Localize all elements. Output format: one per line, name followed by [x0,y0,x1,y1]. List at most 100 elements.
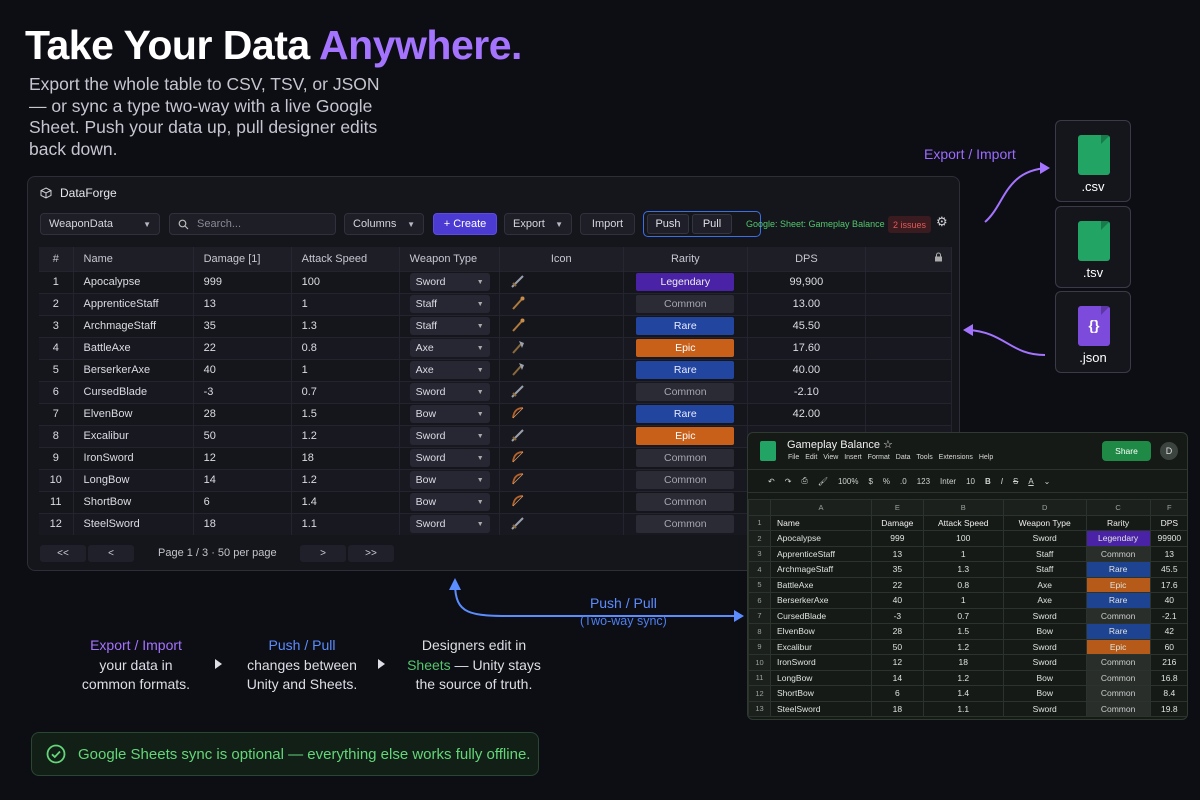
sheet-cell[interactable]: 50 [871,638,924,655]
first-page-button[interactable]: << [40,545,86,562]
weapon-type-select[interactable]: Sword ▼ [409,515,490,534]
sheet-cell[interactable]: Bow [1002,669,1087,686]
sheet-cell[interactable]: ElvenBow [769,623,873,640]
sheet-cell[interactable]: 1 [922,545,1004,562]
icon-cell[interactable] [499,292,624,315]
row-number[interactable]: 11 [748,669,771,686]
rarity-cell[interactable]: Common [623,512,748,535]
sheet-cell[interactable]: BerserkerAxe [769,592,873,609]
column-letter[interactable]: C [1085,499,1151,516]
column-header[interactable]: Attack Speed [291,247,400,271]
sheet-cell[interactable]: Common [1085,545,1151,562]
text-color-icon[interactable]: A [1028,477,1033,486]
icon-cell[interactable] [499,468,624,491]
share-button[interactable]: Share [1102,441,1151,461]
icon-cell[interactable] [499,424,624,447]
sheet-cell[interactable]: 19.8 [1149,700,1187,717]
sheet-cell[interactable]: 13 [1149,545,1187,562]
damage-cell[interactable]: 999 [193,270,292,293]
rarity-cell[interactable]: Common [623,446,748,469]
sheet-cell[interactable]: Bow [1002,623,1087,640]
sheet-cell[interactable]: 216 [1149,654,1187,671]
zoom-select[interactable]: 100% [838,477,858,486]
sheet-cell[interactable]: Bow [1002,685,1087,702]
json-file-tile[interactable]: {} .json [1055,291,1131,373]
sheet-cell[interactable]: 28 [871,623,924,640]
sheet-menu[interactable]: File Edit View Insert Format Data Tools … [788,454,993,461]
attack-speed-cell[interactable]: 1.2 [291,468,400,491]
row-number[interactable]: 8 [748,623,771,640]
attack-speed-cell[interactable]: 1.4 [291,490,400,513]
sheet-cell[interactable]: 6 [871,685,924,702]
row-number[interactable]: 9 [748,638,771,655]
header-cell[interactable]: Rarity [1085,514,1151,531]
rarity-cell[interactable]: Epic [623,424,748,447]
sheet-cell[interactable]: Common [1085,669,1151,686]
sheet-cell[interactable]: 13 [871,545,924,562]
column-header[interactable]: Rarity [623,247,748,271]
chevron-down-icon[interactable]: ⌄ [1044,477,1051,486]
sheet-cell[interactable]: 35 [871,561,924,578]
sheet-cell[interactable]: BattleAxe [769,576,873,593]
header-cell[interactable]: DPS [1149,514,1187,531]
column-header[interactable]: Name [73,247,194,271]
damage-cell[interactable]: 22 [193,336,292,359]
header-cell[interactable]: Weapon Type [1002,514,1087,531]
weapon-type-select[interactable]: Staff ▼ [409,317,490,335]
column-header[interactable]: Icon [499,247,624,271]
percent-icon[interactable]: % [883,477,890,486]
column-letter[interactable]: D [1002,499,1087,516]
damage-cell[interactable]: 28 [193,402,292,425]
table-row[interactable]: 7 ElvenBow 28 1.5 Bow ▼ Rare 42.00 [39,402,953,425]
sheet-cell[interactable]: Sword [1002,530,1087,547]
icon-cell[interactable] [499,380,624,403]
rarity-cell[interactable]: Epic [623,336,748,359]
sheet-cell[interactable]: 1.2 [922,669,1004,686]
font-size-select[interactable]: 10 [966,477,975,486]
name-cell[interactable]: BattleAxe [73,336,194,359]
last-page-button[interactable]: >> [348,545,394,562]
weapon-type-select[interactable]: Axe ▼ [409,361,490,379]
rarity-cell[interactable]: Common [623,490,748,513]
next-page-button[interactable]: > [300,545,346,562]
sheet-cell[interactable]: CursedBlade [769,607,873,624]
sheet-cell[interactable]: Staff [1002,545,1087,562]
table-row[interactable]: 4 BattleAxe 22 0.8 Axe ▼ Epic 17.60 [39,336,953,359]
name-cell[interactable]: CursedBlade [73,380,194,403]
undo-icon[interactable]: ↶ [768,477,775,486]
damage-cell[interactable]: 40 [193,358,292,381]
push-button[interactable]: Push [647,214,689,234]
name-cell[interactable]: BerserkerAxe [73,358,194,381]
row-number[interactable]: 1 [748,514,771,531]
column-header[interactable]: Weapon Type [399,247,500,271]
damage-cell[interactable]: 6 [193,490,292,513]
rarity-cell[interactable]: Common [623,468,748,491]
sheet-cell[interactable]: SteelSword [769,700,873,717]
column-letter[interactable]: F [1149,499,1187,516]
row-number[interactable]: 4 [748,561,771,578]
redo-icon[interactable]: ↷ [785,477,792,486]
damage-cell[interactable]: 35 [193,314,292,337]
sheet-cell[interactable]: Common [1085,685,1151,702]
weapon-type-select[interactable]: Sword ▼ [409,427,490,445]
gear-icon[interactable]: ⚙ [936,214,948,230]
rarity-cell[interactable]: Rare [623,314,748,337]
icon-cell[interactable] [499,336,624,359]
icon-cell[interactable] [499,314,624,337]
sheet-cell[interactable]: Epic [1085,576,1151,593]
attack-speed-cell[interactable]: 1.2 [291,424,400,447]
paint-format-icon[interactable]: 🖌 [818,477,828,486]
table-row[interactable]: 3 ArchmageStaff 35 1.3 Staff ▼ Rare 45.50 [39,314,953,337]
sheet-cell[interactable]: 45.5 [1149,561,1187,578]
weapon-type-select[interactable]: Staff ▼ [409,295,490,313]
sheet-cell[interactable]: 1.1 [922,700,1004,717]
column-header[interactable]: DPS [747,247,866,271]
table-row[interactable]: 1 Apocalypse 999 100 Sword ▼ Legendary 99,900 [39,270,953,293]
sheet-cell[interactable]: Axe [1002,576,1087,593]
rarity-cell[interactable]: Common [623,292,748,315]
csv-file-tile[interactable]: .csv [1055,120,1131,202]
pull-button[interactable]: Pull [692,214,732,234]
row-number[interactable]: 12 [748,685,771,702]
attack-speed-cell[interactable]: 1 [291,358,400,381]
sheet-cell[interactable]: Sword [1002,638,1087,655]
